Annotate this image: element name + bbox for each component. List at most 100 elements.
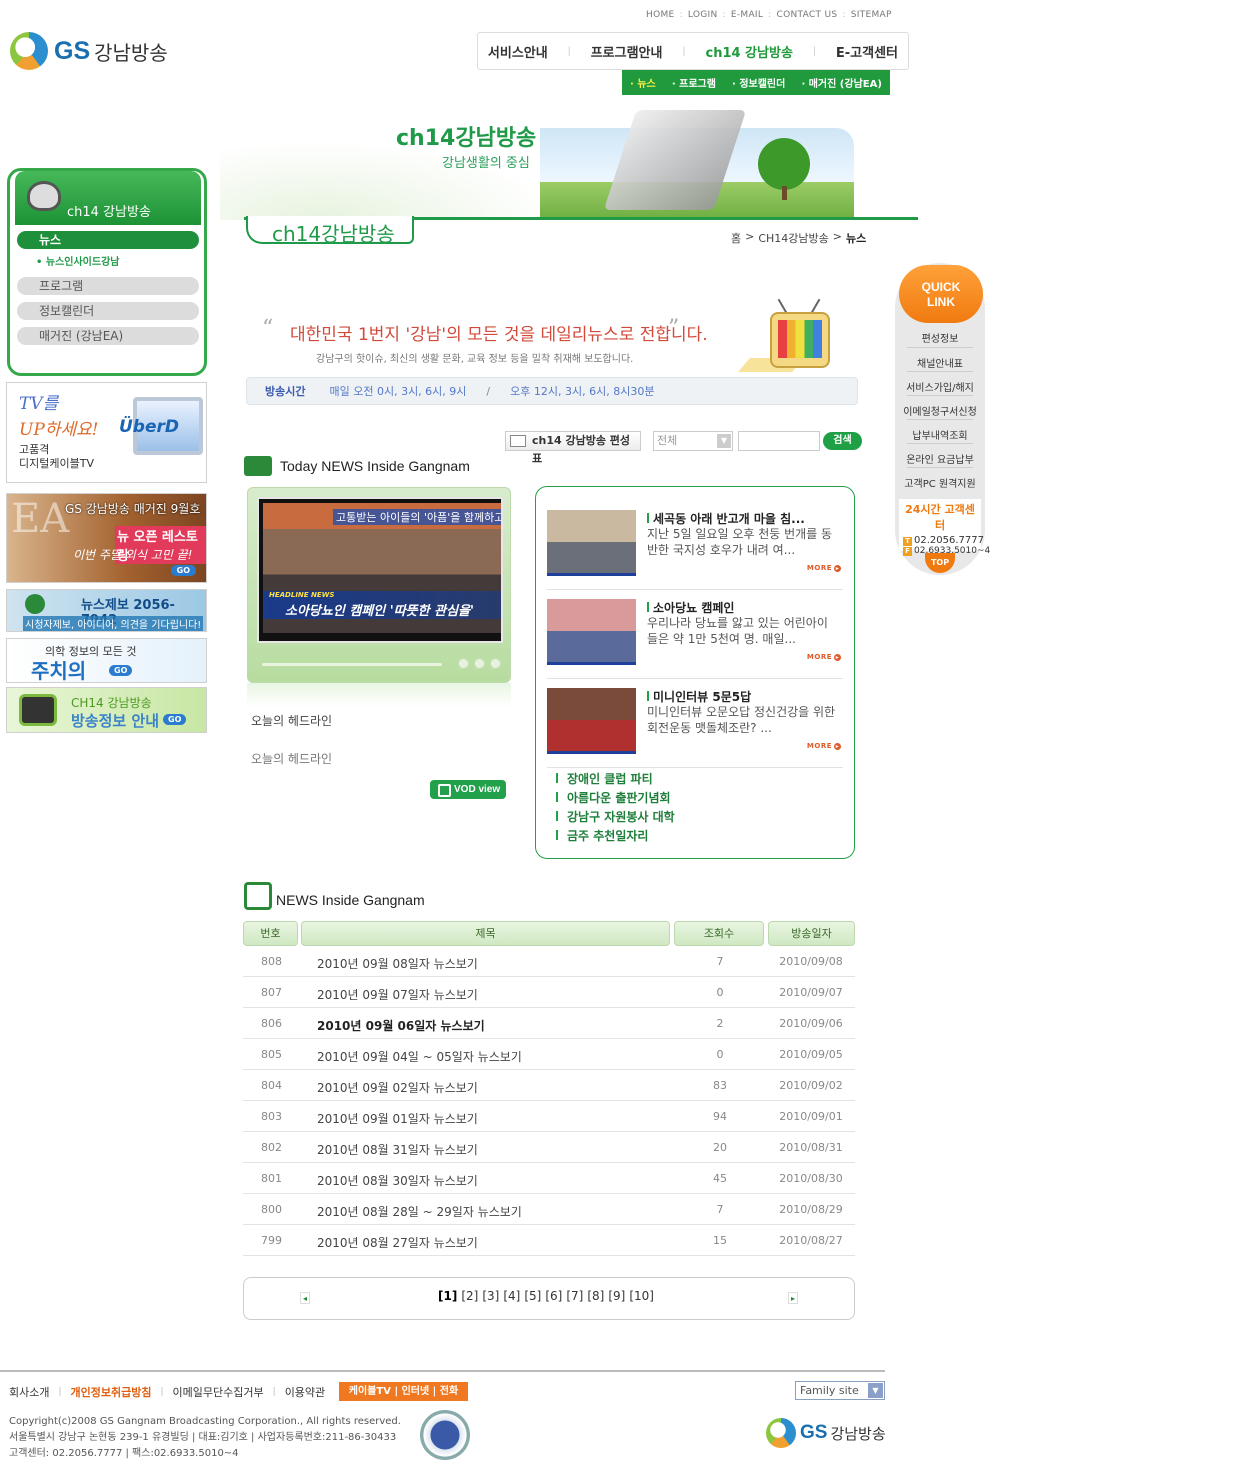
nav-service-info[interactable]: 서비스안내 [488,42,548,61]
quick-link-item[interactable]: 편성정보 [903,330,977,345]
subnav-program[interactable]: · 프로그램 [672,75,716,90]
util-home-link[interactable]: HOME [646,10,675,20]
go-button[interactable]: GO [109,665,133,676]
breadcrumb-section[interactable]: CH14강남방송 [758,230,828,246]
page-number-link[interactable]: [6] [545,1289,562,1303]
row-title[interactable]: 2010년 09월 07일자 뉴스보기 [317,986,478,1003]
next-page-button[interactable]: ▸ [788,1292,798,1304]
news-item-title[interactable]: 미니인터뷰 5문5답 [647,688,843,705]
search-button[interactable]: 검색 [823,432,862,450]
family-site-select[interactable]: Family site ▼ [795,1381,885,1400]
util-contact-link[interactable]: CONTACT US [777,10,838,20]
row-title[interactable]: 2010년 09월 01일자 뉴스보기 [317,1110,478,1127]
left-menu-news[interactable]: 뉴스 [17,231,199,249]
table-row[interactable]: 804 2010년 09월 02일자 뉴스보기 83 2010/09/02 [243,1070,855,1101]
row-title[interactable]: 2010년 08월 27일자 뉴스보기 [317,1234,478,1251]
scroll-top-button[interactable]: TOP [925,553,955,573]
quick-link-item[interactable]: 서비스가입/해지 [903,379,977,394]
news-tip-banner[interactable]: 뉴스제보 2056-7942 시청자제보, 아이디어, 의견을 기다립니다! [6,589,207,632]
news-thumbnail[interactable] [547,688,636,754]
magazine-banner[interactable]: EA GS 강남방송 매거진 9월호 뉴 오픈 레스토랑 이번 주말 외식 고민… [6,493,207,583]
quick-link-item[interactable]: 납부내역조회 [903,427,977,442]
news-link[interactable]: 장애인 클럽 파티 [556,770,653,787]
footer-privacy-link[interactable]: 개인정보취급방침 [71,1384,152,1400]
volume-button[interactable] [490,658,501,669]
more-button[interactable]: MORE [807,564,841,572]
doctor-banner[interactable]: 의학 정보의 모든 것 주치의 GO [6,638,207,683]
search-input[interactable] [738,431,820,451]
table-row[interactable]: 803 2010년 09월 01일자 뉴스보기 94 2010/09/01 [243,1101,855,1132]
news-thumbnail[interactable] [547,510,636,576]
more-button[interactable]: MORE [807,653,841,661]
footer-company-link[interactable]: 회사소개 [9,1384,49,1400]
page-number-link[interactable]: [2] [461,1289,478,1303]
quick-link-item[interactable]: 고객PC 원격지원 [903,475,977,490]
table-row[interactable]: 800 2010년 08월 28일 ~ 29일자 뉴스보기 7 2010/08/29 [243,1194,855,1225]
table-row[interactable]: 802 2010년 08월 31일자 뉴스보기 20 2010/08/31 [243,1132,855,1163]
page-number-link[interactable]: [8] [587,1289,604,1303]
more-button[interactable]: MORE [807,742,841,750]
table-row[interactable]: 799 2010년 08월 27일자 뉴스보기 15 2010/08/27 [243,1225,855,1256]
row-title[interactable]: 2010년 08월 30일자 뉴스보기 [317,1172,478,1189]
row-title[interactable]: 2010년 09월 04일 ~ 05일자 뉴스보기 [317,1048,522,1065]
row-title[interactable]: 2010년 09월 06일자 뉴스보기 [317,1017,485,1034]
news-link[interactable]: 강남구 자원봉사 대학 [556,808,675,825]
table-row[interactable]: 801 2010년 08월 30일자 뉴스보기 45 2010/08/30 [243,1163,855,1194]
page-number-link[interactable]: [4] [503,1289,520,1303]
news-item[interactable]: 세곡동 아래 반고개 마을 침... 지난 5일 일요일 오후 천둥 번개를 동… [547,510,843,590]
table-row[interactable]: 808 2010년 09월 08일자 뉴스보기 7 2010/09/08 [243,946,855,977]
vod-view-button[interactable]: VOD view [430,780,506,799]
services-badge[interactable]: 케이블TV | 인터넷 | 전화 [339,1382,468,1401]
subnav-news[interactable]: · 뉴스 [630,75,656,90]
go-button[interactable]: GO [163,714,187,725]
video-player[interactable]: 고통받는 아이들의 '아픔'을 함께하고 HEADLINE NEWS 소아당뇨인… [247,487,511,683]
left-menu-program[interactable]: 프로그램 [17,277,199,295]
row-title[interactable]: 2010년 09월 02일자 뉴스보기 [317,1079,478,1096]
news-thumbnail[interactable] [547,599,636,665]
news-item[interactable]: 소아당뇨 캠페인 우리나라 당뇨를 앓고 있는 어린아이들은 약 1만 5천여 … [547,599,843,679]
nav-program-info[interactable]: 프로그램안내 [591,42,663,61]
video-progress-bar[interactable] [262,663,442,666]
footer-terms-link[interactable]: 이용약관 [285,1384,325,1400]
prev-page-button[interactable]: ◂ [300,1292,310,1304]
search-category-select[interactable]: 전체 ▼ [653,431,733,451]
page-number-link[interactable]: [10] [629,1289,654,1303]
nav-customer-center[interactable]: E-고객센터 [836,42,898,61]
site-logo[interactable]: GS 강남방송 [10,32,168,70]
play-button[interactable] [458,658,469,669]
quick-link-item[interactable]: 채널안내표 [903,355,977,370]
util-email-link[interactable]: E-MAIL [731,10,763,20]
quick-link-item[interactable]: 이메일청구서신청 [903,403,977,418]
page-number-link[interactable]: [1] [438,1289,457,1303]
subnav-calendar[interactable]: · 정보캘린더 [732,75,785,90]
news-link[interactable]: 아름다운 출판기념회 [556,789,671,806]
row-title[interactable]: 2010년 09월 08일자 뉴스보기 [317,955,478,972]
subnav-magazine[interactable]: · 매거진 (강남EA) [801,75,881,90]
left-menu-magazine[interactable]: 매거진 (강남EA) [17,327,199,345]
table-row[interactable]: 806 2010년 09월 06일자 뉴스보기 2 2010/09/06 [243,1008,855,1039]
row-title[interactable]: 2010년 08월 28일 ~ 29일자 뉴스보기 [317,1203,522,1220]
page-number-link[interactable]: [9] [608,1289,625,1303]
row-title[interactable]: 2010년 08월 31일자 뉴스보기 [317,1141,478,1158]
video-screen[interactable]: 고통받는 아이들의 '아픔'을 함께하고 HEADLINE NEWS 소아당뇨인… [257,497,503,643]
util-login-link[interactable]: LOGIN [688,10,718,20]
page-number-link[interactable]: [5] [524,1289,541,1303]
breadcrumb-home[interactable]: 홈 [731,230,741,246]
footer-email-refusal-link[interactable]: 이메일무단수집거부 [173,1384,264,1400]
news-item-title[interactable]: 세곡동 아래 반고개 마을 침... [647,510,843,527]
news-item-title[interactable]: 소아당뇨 캠페인 [647,599,843,616]
quick-link-item[interactable]: 온라인 요금납부 [903,451,977,466]
left-menu-news-inside[interactable]: • 뉴스인사이드강남 [36,253,119,268]
go-button[interactable]: GO [170,565,196,576]
tv-upgrade-banner[interactable]: TV를 UP하세요! 고품격 디지털케이블TV ÜberD [6,382,207,483]
nav-ch14[interactable]: ch14 강남방송 [705,42,792,61]
broadcast-info-banner[interactable]: CH14 강남방송 방송정보 안내 GO [6,687,207,733]
table-row[interactable]: 807 2010년 09월 07일자 뉴스보기 0 2010/09/07 [243,977,855,1008]
page-number-link[interactable]: [3] [482,1289,499,1303]
util-sitemap-link[interactable]: SITEMAP [851,10,892,20]
news-link[interactable]: 금주 추천일자리 [556,827,648,844]
page-number-link[interactable]: [7] [566,1289,583,1303]
news-item[interactable]: 미니인터뷰 5문5답 미니인터뷰 오문오답 정신건강을 위한 회전운동 맷돌체조… [547,688,843,768]
stop-button[interactable] [474,658,485,669]
left-menu-calendar[interactable]: 정보캘린더 [17,302,199,320]
